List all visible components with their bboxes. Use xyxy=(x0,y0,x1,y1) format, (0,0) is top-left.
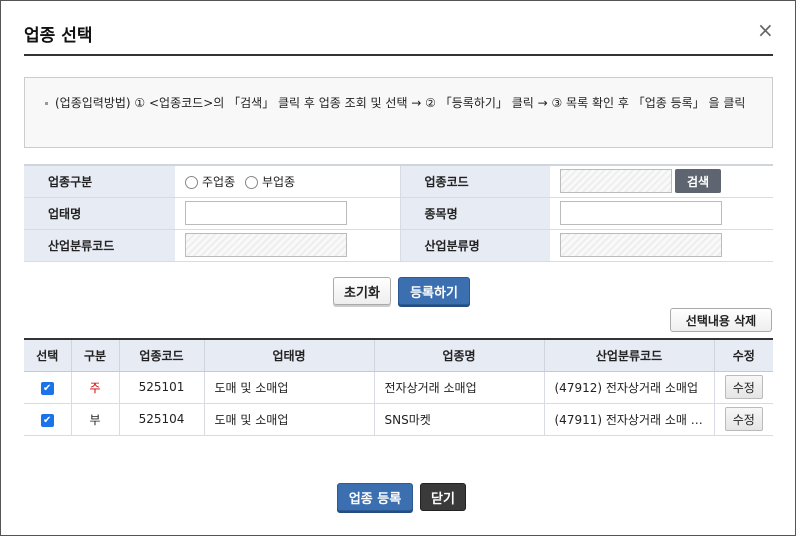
biz-cell: 도매 및 소매업 xyxy=(204,403,375,436)
reset-button[interactable]: 초기화 xyxy=(333,277,391,305)
dialog: 업종 선택 × (업종입력방법) ① <업종코드>의 「검색」 클릭 후 업종 … xyxy=(0,0,796,536)
bullet-icon xyxy=(45,102,48,105)
type-cell: 주 xyxy=(71,371,120,404)
search-button[interactable]: 검색 xyxy=(675,169,721,194)
notice-box: (업종입력방법) ① <업종코드>의 「검색」 클릭 후 업종 조회 및 선택 … xyxy=(24,77,773,148)
submit-industry-button[interactable]: 업종 등록 xyxy=(337,483,413,511)
item-input[interactable] xyxy=(560,201,722,225)
edit-button[interactable]: 수정 xyxy=(724,375,763,399)
row-checkbox[interactable]: ✔ xyxy=(40,413,54,427)
radio-sub[interactable]: 부업종 xyxy=(244,174,296,189)
close-button[interactable]: 닫기 xyxy=(420,483,466,511)
ind-name-input xyxy=(560,233,722,257)
col-header: 업종코드 xyxy=(119,339,205,372)
ind-code-label: 산업분류코드 xyxy=(24,229,175,262)
row-checkbox[interactable]: ✔ xyxy=(40,381,54,395)
biz-label: 업태명 xyxy=(24,197,175,230)
ind-cell: (47911) 전자상거래 소매 … xyxy=(544,403,715,436)
ind-cell: (47912) 전자상거래 소매업 xyxy=(544,371,715,404)
radio-icon[interactable] xyxy=(244,175,258,189)
edit-button[interactable]: 수정 xyxy=(724,407,763,431)
code-cell: 525101 xyxy=(119,371,205,404)
radio-main-label: 주업종 xyxy=(202,174,236,189)
divider xyxy=(24,54,773,56)
col-header: 구분 xyxy=(71,339,120,372)
biz-cell: 도매 및 소매업 xyxy=(204,371,375,404)
close-icon[interactable]: × xyxy=(757,19,774,41)
dialog-title: 업종 선택 xyxy=(24,26,93,46)
ind-name-label: 산업분류명 xyxy=(399,229,550,262)
delete-selected-button[interactable]: 선택내용 삭제 xyxy=(670,308,772,332)
col-header: 업태명 xyxy=(204,339,375,372)
table-row: ✔ 주 525101 도매 및 소매업 전자상거래 소매업 (47912) 전자… xyxy=(24,371,773,404)
search-form: 업종구분 주업종 부업종 업종코드 검색 업태명 종목명 산업분류코드 산업분류… xyxy=(24,164,773,262)
radio-main[interactable]: 주업종 xyxy=(185,175,235,189)
col-header: 산업분류코드 xyxy=(544,339,715,372)
code-input xyxy=(560,169,672,194)
register-button[interactable]: 등록하기 xyxy=(398,277,470,305)
col-header: 선택 xyxy=(24,339,72,372)
col-header: 업종명 xyxy=(374,339,545,372)
type-label: 업종구분 xyxy=(24,165,175,198)
col-header: 수정 xyxy=(714,339,773,372)
radio-icon[interactable] xyxy=(185,175,198,189)
biz-input[interactable] xyxy=(185,201,347,225)
name-cell: SNS마켓 xyxy=(374,403,545,436)
table-row: ✔ 부 525104 도매 및 소매업 SNS마켓 (47911) 전자상거래 … xyxy=(24,403,773,436)
code-label: 업종코드 xyxy=(399,165,550,198)
radio-sub-label: 부업종 xyxy=(261,174,296,189)
ind-code-input xyxy=(185,233,347,257)
name-cell: 전자상거래 소매업 xyxy=(374,371,545,404)
type-cell: 부 xyxy=(71,403,120,436)
industry-table: 선택 구분 업종코드 업태명 업종명 산업분류코드 수정 ✔ 주 525101 … xyxy=(24,338,773,436)
code-cell: 525104 xyxy=(119,403,205,436)
item-label: 종목명 xyxy=(399,197,550,230)
notice-text: (업종입력방법) ① <업종코드>의 「검색」 클릭 후 업종 조회 및 선택 … xyxy=(55,96,746,110)
